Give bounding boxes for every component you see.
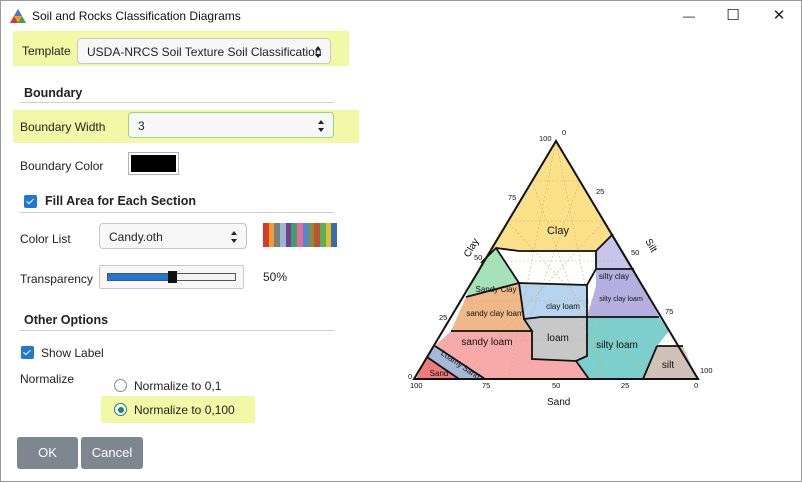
tick-right-75: 75 bbox=[665, 307, 673, 316]
tick-bottom-0: 0 bbox=[694, 381, 698, 390]
label-sandy-clay: Sandy Clay bbox=[476, 285, 517, 294]
soil-texture-ternary-diagram: Clay silty clay Sandy Clay silty clay lo… bbox=[408, 128, 713, 408]
label-silty-clay-loam: silty clay loam bbox=[599, 296, 643, 303]
tick-bottom-100: 100 bbox=[410, 381, 423, 390]
tick-bottom-75: 75 bbox=[482, 381, 490, 390]
label-silty-clay: silty clay bbox=[599, 272, 629, 281]
label-sandy-loam: sandy loam bbox=[461, 337, 512, 348]
tick-right-25: 25 bbox=[596, 187, 604, 196]
label-sand: Sand bbox=[430, 369, 449, 378]
tick-right-50: 50 bbox=[631, 248, 639, 257]
axis-label-silt: Silt bbox=[642, 237, 659, 255]
axis-label-sand: Sand bbox=[547, 397, 570, 408]
tick-left-75: 75 bbox=[508, 193, 516, 202]
tick-left-0: 0 bbox=[408, 372, 412, 381]
label-silt: silt bbox=[662, 360, 674, 371]
label-silty-loam: silty loam bbox=[596, 340, 638, 351]
label-loam: loam bbox=[547, 333, 569, 344]
tick-right-0: 0 bbox=[562, 128, 566, 137]
label-sandy-clay-loam: sandy clay loam bbox=[466, 309, 524, 318]
tick-left-100: 100 bbox=[539, 134, 552, 143]
dialog-window: Soil and Rocks Classification Diagrams —… bbox=[0, 0, 802, 482]
tick-bottom-25: 25 bbox=[621, 381, 629, 390]
tick-right-100: 100 bbox=[700, 366, 713, 375]
tick-bottom-50: 50 bbox=[552, 381, 560, 390]
tick-left-50: 50 bbox=[474, 253, 482, 262]
tick-left-25: 25 bbox=[439, 313, 447, 322]
label-clay: Clay bbox=[547, 225, 570, 237]
label-clay-loam: clay loam bbox=[546, 302, 580, 311]
